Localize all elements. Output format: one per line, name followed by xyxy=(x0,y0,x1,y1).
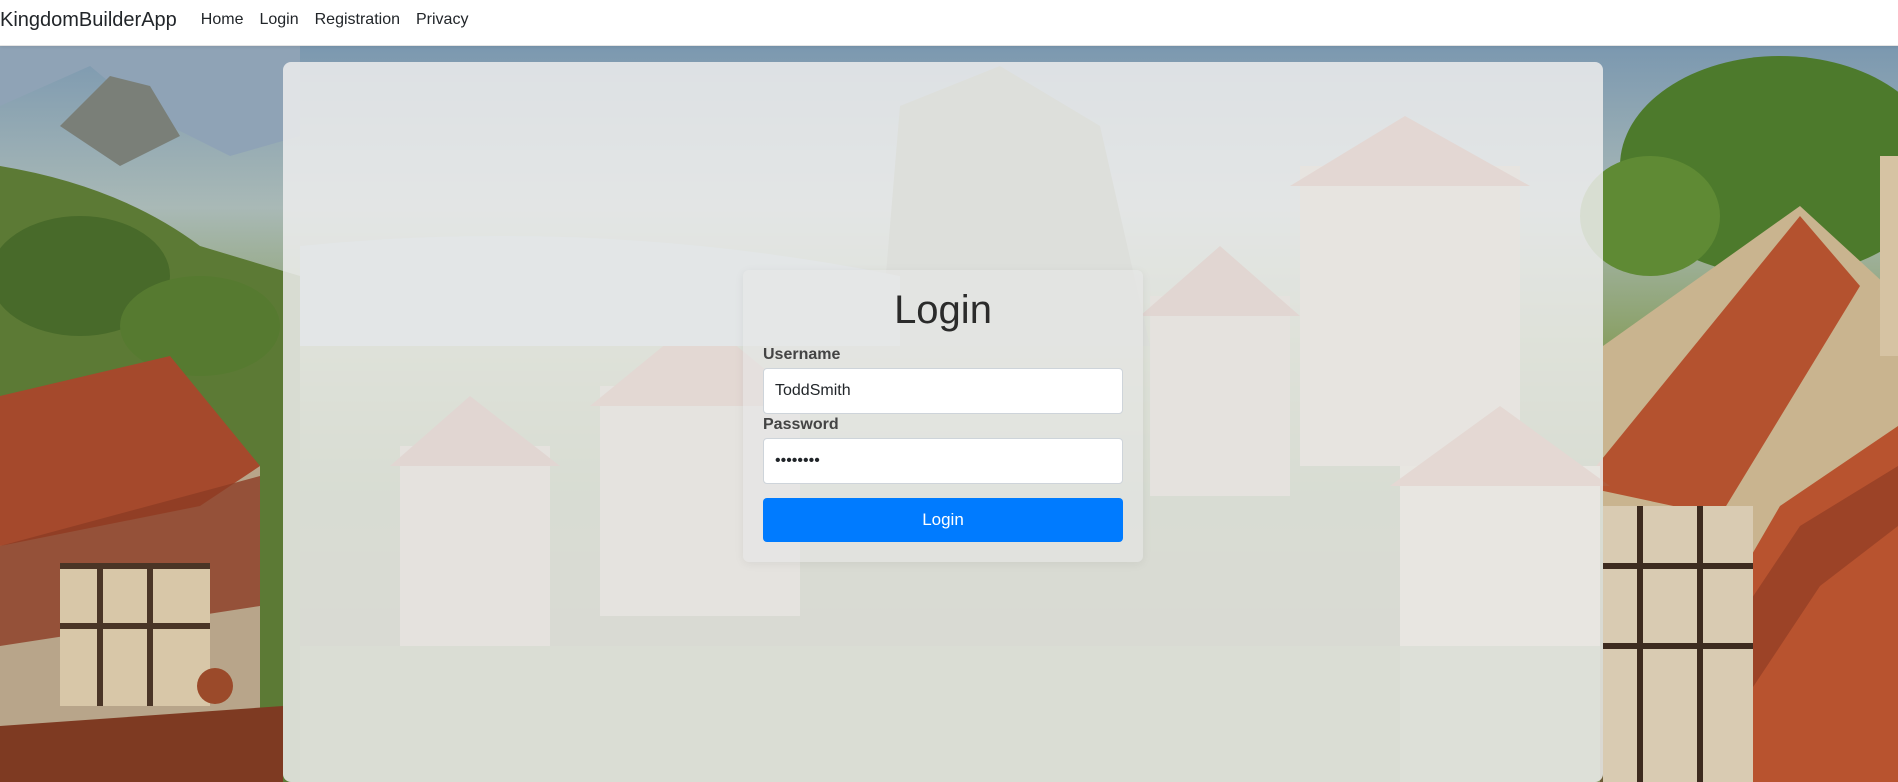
nav-link-registration[interactable]: Registration xyxy=(315,3,400,43)
login-title: Login xyxy=(894,288,992,332)
username-input[interactable] xyxy=(763,368,1123,414)
password-label: Password xyxy=(763,416,839,433)
top-navbar: KingdomBuilderApp Home Login Registratio… xyxy=(0,0,1898,46)
password-input[interactable] xyxy=(763,438,1123,484)
brand-link[interactable]: KingdomBuilderApp xyxy=(0,3,177,43)
login-button[interactable]: Login xyxy=(763,498,1123,542)
username-label: Username xyxy=(763,346,841,363)
login-form: Login Username Password Login xyxy=(743,270,1143,562)
nav-link-login[interactable]: Login xyxy=(259,3,298,43)
nav-link-privacy[interactable]: Privacy xyxy=(416,3,468,43)
nav-link-home[interactable]: Home xyxy=(201,3,244,43)
